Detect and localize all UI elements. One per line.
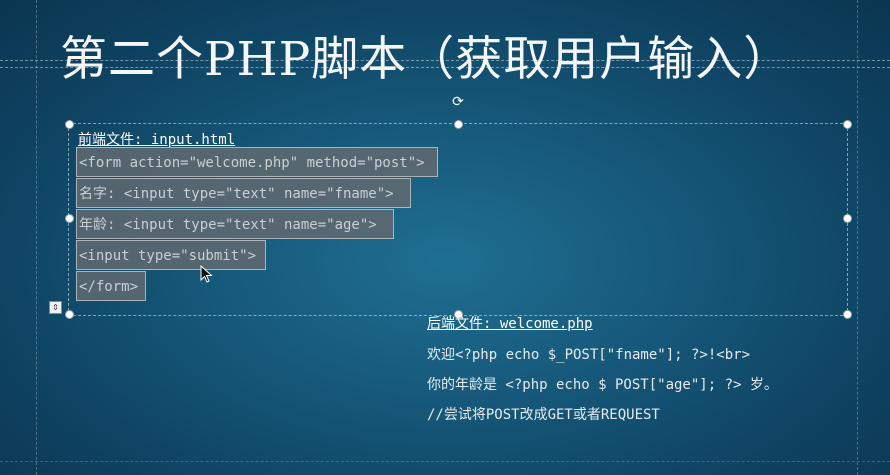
slide-title[interactable]: 第二个PHP脚本（获取用户输入） xyxy=(60,30,860,90)
code-line-form-open[interactable]: <form action="welcome.php" method="post"… xyxy=(76,147,438,177)
php-line-age[interactable]: 你的年龄是 <?php echo $ POST["age"]; ?> 岁。 xyxy=(427,374,778,394)
vertical-guide-left xyxy=(36,0,37,475)
code-line-submit-input[interactable]: <input type="submit"> xyxy=(76,240,266,270)
backend-file-label: 后端文件: welcome.php xyxy=(427,316,593,332)
resize-handle-top-right[interactable] xyxy=(843,120,852,129)
code-line-age-input[interactable]: 年龄: <input type="text" name="age"> xyxy=(76,209,394,239)
code-line-form-close[interactable]: </form> xyxy=(76,271,146,301)
php-line-welcome[interactable]: 欢迎<?php echo $_POST["fname"]; ?>!<br> xyxy=(427,344,750,364)
resize-handle-middle-right[interactable] xyxy=(843,214,852,223)
php-comment-line[interactable]: //尝试将POST改成GET或者REQUEST xyxy=(427,404,660,424)
mouse-pointer-icon xyxy=(200,265,213,283)
horizontal-guide-bottom-edge xyxy=(0,461,890,462)
resize-handle-bottom-left[interactable] xyxy=(65,310,74,319)
resize-handle-bottom-right[interactable] xyxy=(843,310,852,319)
rotate-handle-icon[interactable]: ⟳ xyxy=(451,95,465,109)
code-line-name-input[interactable]: 名字: <input type="text" name="fname"> xyxy=(76,178,411,208)
frontend-file-label: 前端文件: input.html xyxy=(78,132,236,148)
resize-handle-middle-left[interactable] xyxy=(65,214,74,223)
resize-handle-top-center[interactable] xyxy=(454,120,463,129)
autofit-options-icon[interactable]: ⇕ xyxy=(49,301,62,314)
resize-handle-top-left[interactable] xyxy=(65,120,74,129)
